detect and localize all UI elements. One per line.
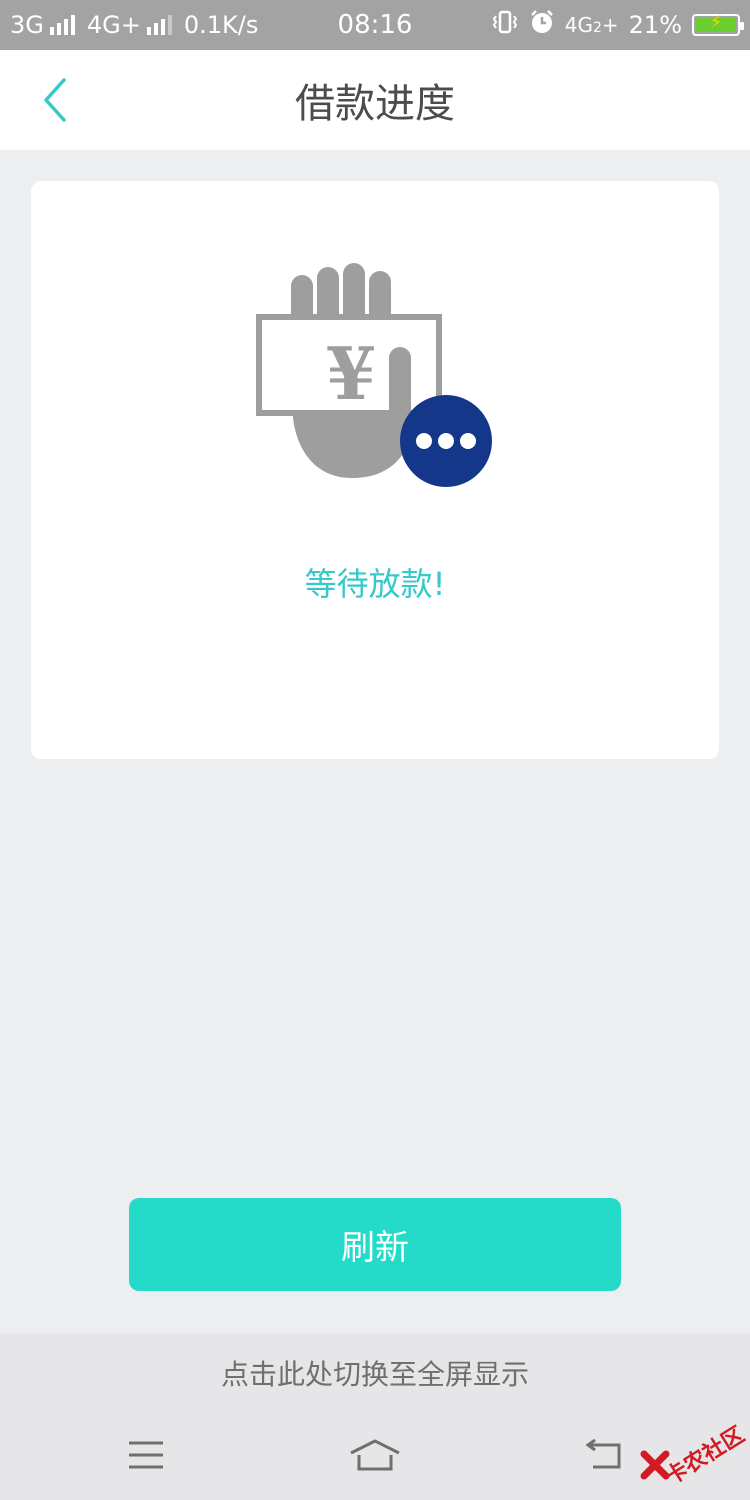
loan-status-text: 等待放款!: [304, 565, 446, 603]
loan-status-card: ¥ 等待放款!: [31, 181, 719, 759]
status-time: 08:16: [337, 10, 413, 40]
watermark-text: 卡农社区: [661, 1422, 750, 1491]
dot: [460, 433, 476, 449]
status-right: 4G2+ 21% ⚡: [491, 0, 744, 50]
vibrate-icon: [491, 9, 519, 41]
yen-symbol: ¥: [326, 331, 376, 416]
back-icon: [585, 1439, 621, 1469]
nav-home-button[interactable]: [345, 1428, 405, 1482]
battery-percent: 21%: [628, 11, 682, 39]
back-button[interactable]: [20, 70, 90, 130]
refresh-button[interactable]: 刷新: [129, 1198, 621, 1291]
dot: [438, 433, 454, 449]
chevron-left-icon: [44, 78, 66, 122]
dot: [416, 433, 432, 449]
network-type-3: 4G2+: [564, 13, 619, 37]
alarm-icon: [529, 9, 555, 41]
page-title: 借款进度: [295, 81, 455, 127]
menu-icon: [129, 1441, 163, 1469]
fullscreen-toggle-hint[interactable]: 点击此处切换至全屏显示: [0, 1333, 750, 1413]
battery-icon: ⚡: [692, 12, 744, 36]
header: 借款进度: [0, 50, 750, 150]
status-bar: 3G 4G+ 0.1K/s 08:16 4G2+ 21% ⚡: [0, 0, 750, 50]
nav-back-button[interactable]: [573, 1428, 633, 1482]
system-nav-bar: [0, 1413, 750, 1500]
nav-menu-button[interactable]: [116, 1428, 176, 1482]
home-icon: [350, 1439, 400, 1471]
watermark-logo: 卡农社区: [640, 1404, 749, 1490]
waiting-payment-illustration: ¥: [256, 263, 492, 487]
